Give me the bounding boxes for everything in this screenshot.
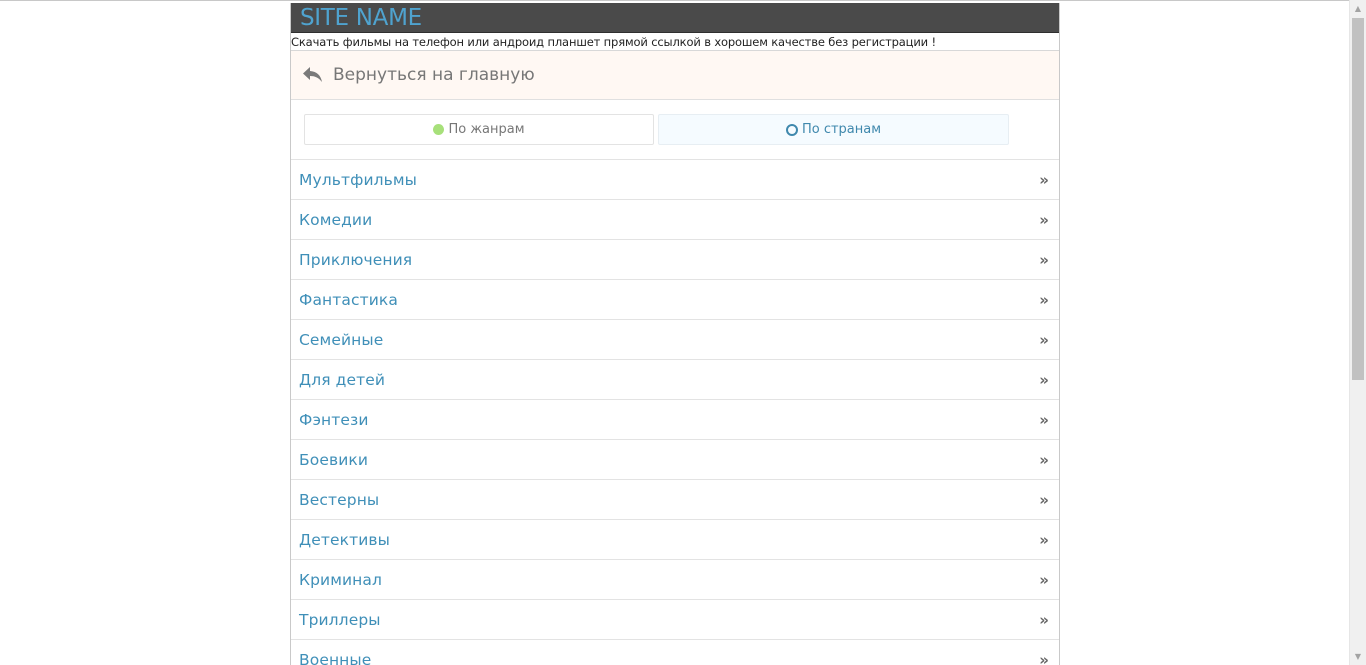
category-label: Семейные [299, 330, 384, 349]
category-item[interactable]: Военные » [291, 640, 1059, 665]
category-item[interactable]: Боевики » [291, 440, 1059, 480]
ring-dot-icon [785, 123, 798, 136]
page-container: SITE NAME Скачать фильмы на телефон или … [290, 3, 1060, 665]
category-item[interactable]: Криминал » [291, 560, 1059, 600]
tab-by-genres[interactable]: По жанрам [304, 114, 654, 145]
chevron-right-icon: » [1039, 450, 1049, 469]
site-tagline: Скачать фильмы на телефон или андроид пл… [291, 32, 1059, 51]
chevron-right-icon: » [1039, 210, 1049, 229]
category-label: Криминал [299, 570, 383, 589]
chevron-right-icon: » [1039, 290, 1049, 309]
scrollbar-thumb[interactable] [1352, 18, 1364, 380]
reply-arrow-icon [302, 66, 324, 84]
category-item[interactable]: Семейные » [291, 320, 1059, 360]
chevron-right-icon: » [1039, 610, 1049, 629]
category-item[interactable]: Приключения » [291, 240, 1059, 280]
category-item[interactable]: Для детей » [291, 360, 1059, 400]
tab-by-countries-label: По странам [801, 122, 882, 137]
tab-by-genres-label: По жанрам [448, 122, 525, 137]
chevron-right-icon: » [1039, 250, 1049, 269]
chevron-right-icon: » [1039, 530, 1049, 549]
category-label: Детективы [299, 530, 390, 549]
scroll-up-arrow-icon[interactable]: ▲ [1350, 0, 1366, 17]
chevron-right-icon: » [1039, 370, 1049, 389]
category-label: Фантастика [299, 290, 398, 309]
scroll-down-arrow-icon[interactable]: ▼ [1350, 648, 1366, 665]
category-label: Вестерны [299, 490, 380, 509]
tab-by-countries[interactable]: По странам [658, 114, 1009, 145]
category-item[interactable]: Фантастика » [291, 280, 1059, 320]
category-item[interactable]: Детективы » [291, 520, 1059, 560]
category-label: Военные [299, 650, 372, 665]
chevron-right-icon: » [1039, 570, 1049, 589]
category-label: Комедии [299, 210, 373, 229]
category-label: Триллеры [299, 610, 381, 629]
category-label: Фэнтези [299, 410, 369, 429]
chevron-right-icon: » [1039, 490, 1049, 509]
chevron-right-icon: » [1039, 330, 1049, 349]
filter-tabs: По жанрам По странам [291, 100, 1059, 160]
chevron-right-icon: » [1039, 170, 1049, 189]
back-label: Вернуться на главную [333, 65, 535, 85]
green-dot-icon [433, 124, 445, 135]
category-label: Для детей [299, 370, 386, 389]
vertical-scrollbar[interactable]: ▲ ▼ [1349, 0, 1366, 665]
category-item[interactable]: Мультфильмы » [291, 160, 1059, 200]
site-name[interactable]: SITE NAME [300, 5, 422, 31]
category-item[interactable]: Вестерны » [291, 480, 1059, 520]
category-label: Боевики [299, 450, 368, 469]
category-item[interactable]: Триллеры » [291, 600, 1059, 640]
category-item[interactable]: Фэнтези » [291, 400, 1059, 440]
category-item[interactable]: Комедии » [291, 200, 1059, 240]
chevron-right-icon: » [1039, 410, 1049, 429]
site-header: SITE NAME [291, 3, 1059, 32]
chevron-right-icon: » [1039, 650, 1049, 665]
category-label: Приключения [299, 250, 413, 269]
category-list: Мультфильмы » Комедии » Приключения » Фа… [291, 160, 1059, 665]
category-label: Мультфильмы [299, 170, 418, 189]
back-to-home-link[interactable]: Вернуться на главную [291, 51, 1059, 100]
